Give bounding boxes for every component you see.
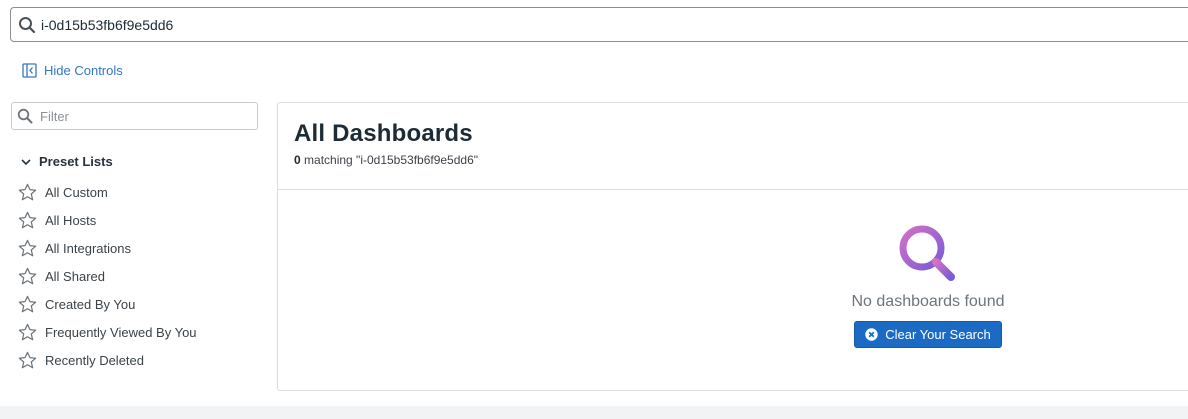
clear-search-label: Clear Your Search	[885, 327, 991, 342]
global-search-bar[interactable]	[10, 7, 1188, 42]
star-outline-icon[interactable]	[18, 323, 37, 342]
preset-item-label: All Hosts	[45, 212, 97, 228]
preset-item-recently-deleted[interactable]: Recently Deleted	[18, 346, 197, 374]
magnifier-gradient-icon	[895, 221, 961, 287]
preset-item-label: Frequently Viewed By You	[45, 324, 197, 340]
preset-item-all-shared[interactable]: All Shared	[18, 262, 197, 290]
chevron-down-icon	[20, 156, 32, 168]
page-title: All Dashboards	[294, 120, 473, 147]
clear-search-button[interactable]: Clear Your Search	[854, 321, 1002, 348]
filter-input[interactable]	[40, 108, 240, 124]
preset-item-all-custom[interactable]: All Custom	[18, 178, 197, 206]
hide-controls-button[interactable]: Hide Controls	[22, 63, 123, 78]
preset-lists-toggle[interactable]: Preset Lists	[20, 154, 113, 169]
search-icon	[17, 15, 37, 35]
preset-item-created-by-you[interactable]: Created By You	[18, 290, 197, 318]
empty-message: No dashboards found	[851, 293, 1005, 310]
hide-controls-label: Hide Controls	[44, 63, 123, 78]
match-summary: 0 matching "i-0d15b53fb6f9e5dd6"	[294, 153, 1188, 167]
preset-item-label: Recently Deleted	[45, 352, 144, 368]
star-outline-icon[interactable]	[18, 211, 37, 230]
close-circle-icon	[865, 328, 878, 341]
filter-field[interactable]	[11, 102, 258, 130]
preset-item-label: Created By You	[45, 296, 136, 312]
star-outline-icon[interactable]	[18, 267, 37, 286]
dashboards-panel: All Dashboards 0 matching "i-0d15b53fb6f…	[277, 102, 1188, 391]
preset-item-label: All Shared	[45, 268, 105, 284]
preset-item-label: All Custom	[45, 184, 108, 200]
preset-lists-header: Preset Lists	[39, 154, 113, 169]
star-outline-icon[interactable]	[18, 351, 37, 370]
star-outline-icon[interactable]	[18, 239, 37, 258]
search-input[interactable]	[41, 16, 941, 33]
match-text: matching "i-0d15b53fb6f9e5dd6"	[304, 153, 479, 167]
search-icon	[17, 107, 35, 125]
star-outline-icon[interactable]	[18, 295, 37, 314]
preset-item-frequently-viewed[interactable]: Frequently Viewed By You	[18, 318, 197, 346]
preset-item-all-integrations[interactable]: All Integrations	[18, 234, 197, 262]
sidebar-collapse-icon	[22, 63, 37, 78]
footer-strip	[0, 406, 1188, 419]
preset-item-all-hosts[interactable]: All Hosts	[18, 206, 197, 234]
preset-item-label: All Integrations	[45, 240, 131, 256]
match-count: 0	[294, 153, 301, 167]
panel-header: All Dashboards 0 matching "i-0d15b53fb6f…	[278, 103, 1188, 190]
preset-lists: All Custom All Hosts All Integrations Al…	[18, 178, 197, 374]
star-outline-icon[interactable]	[18, 183, 37, 202]
empty-state: No dashboards found Clear Your Search	[848, 221, 1008, 348]
